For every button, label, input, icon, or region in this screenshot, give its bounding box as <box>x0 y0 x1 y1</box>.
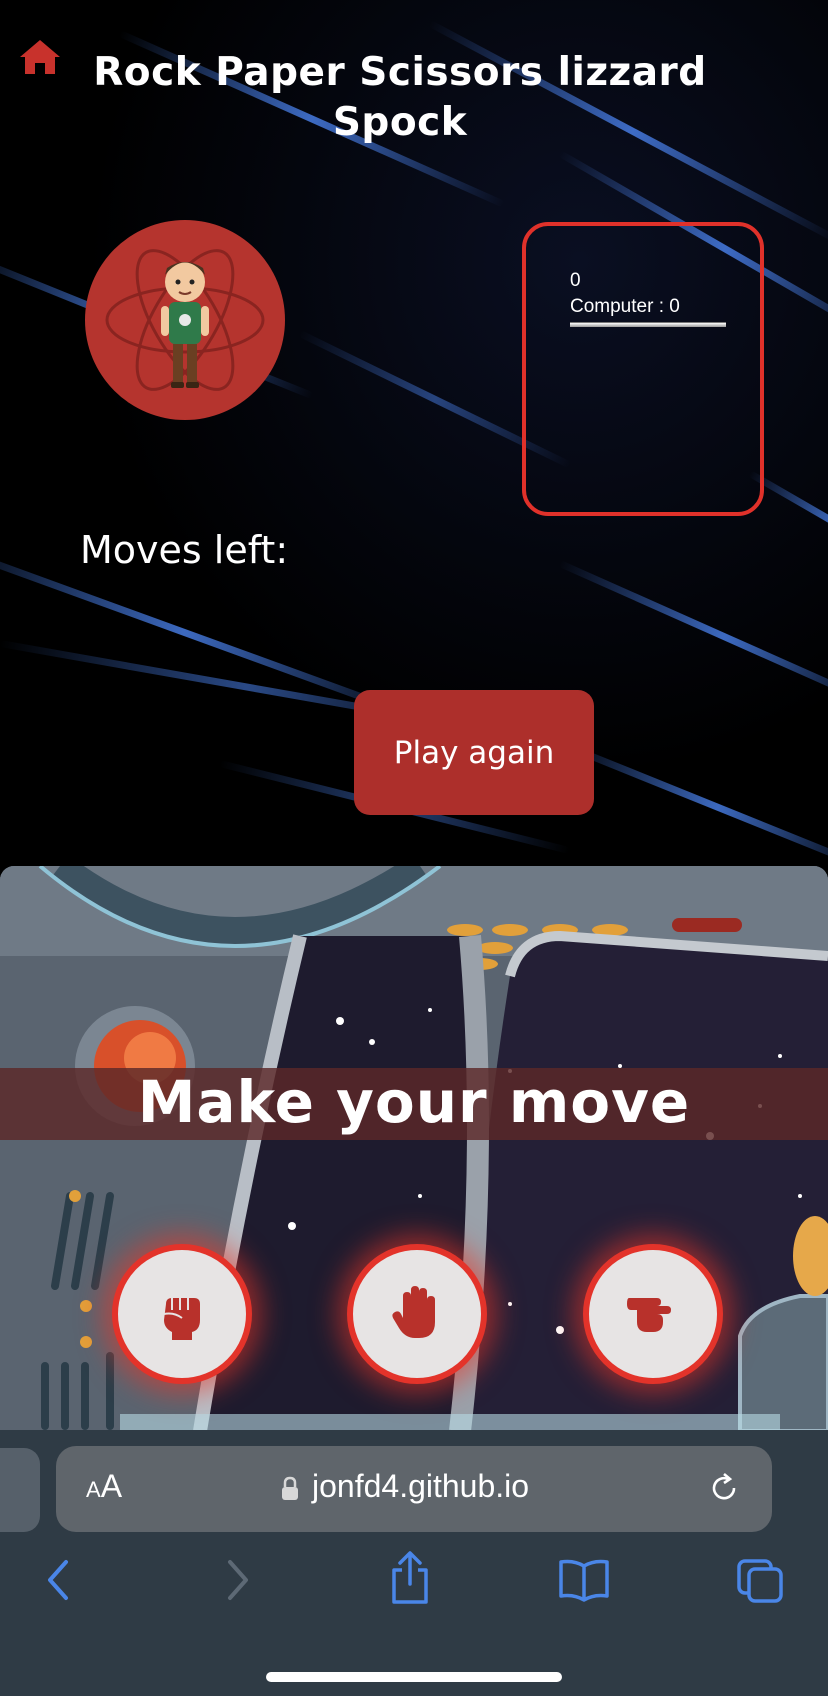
scoreboard: 0 Computer : 0 <box>522 222 764 516</box>
moves-left-label: Moves left: <box>80 528 289 572</box>
paper-button[interactable] <box>347 1244 487 1384</box>
bookmarks-icon[interactable] <box>558 1558 610 1602</box>
reload-icon[interactable] <box>706 1470 742 1506</box>
forward-icon[interactable] <box>222 1558 252 1602</box>
text-size-button[interactable]: AA <box>86 1468 122 1505</box>
computer-score: Computer : 0 <box>570 296 680 317</box>
lock-icon <box>282 1476 298 1500</box>
text-size-large-glyph: A <box>100 1468 123 1504</box>
score-divider <box>570 322 726 327</box>
browser-toolbar: AA jonfd4.github.io <box>0 1430 828 1696</box>
previous-tab-preview[interactable] <box>0 1448 40 1532</box>
play-again-button[interactable]: Play again <box>354 690 594 815</box>
scissors-button[interactable] <box>583 1244 723 1384</box>
light-streak <box>558 740 828 870</box>
player-score: 0 <box>570 270 581 291</box>
hand-paper-icon <box>392 1286 435 1338</box>
player-avatar <box>85 220 285 420</box>
rock-button[interactable] <box>112 1244 252 1384</box>
share-icon[interactable] <box>388 1550 432 1606</box>
tabs-icon[interactable] <box>736 1558 784 1604</box>
home-indicator[interactable] <box>266 1672 562 1682</box>
text-size-small-glyph: A <box>86 1477 101 1502</box>
light-streak <box>558 560 828 714</box>
url-text: jonfd4.github.io <box>312 1468 530 1504</box>
hand-rock-icon <box>163 1298 200 1340</box>
make-move-heading: Make your move <box>137 1068 691 1136</box>
address-bar[interactable]: AA jonfd4.github.io <box>56 1446 772 1532</box>
hand-scissors-icon <box>627 1298 671 1332</box>
home-icon[interactable] <box>18 38 62 76</box>
page-title: Rock Paper Scissors lizzard Spock <box>93 50 707 145</box>
back-icon[interactable] <box>44 1558 74 1602</box>
